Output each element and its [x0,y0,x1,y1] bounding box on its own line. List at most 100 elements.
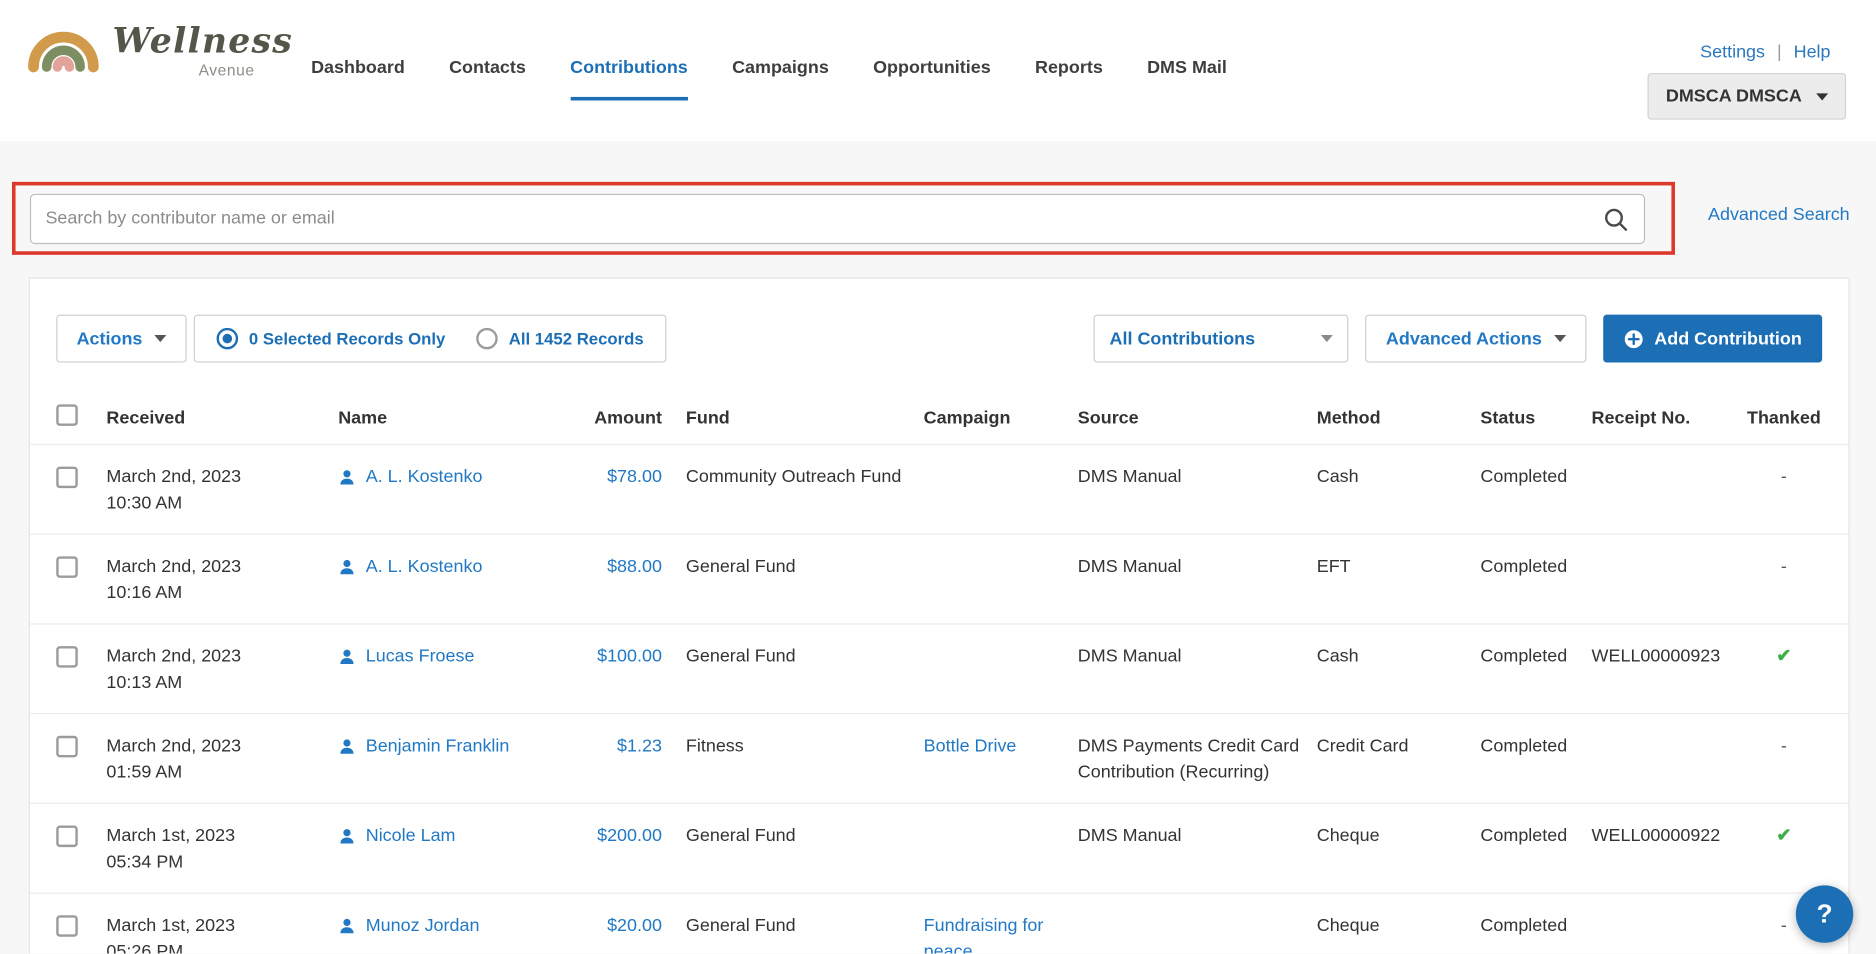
nav-item-opportunities[interactable]: Opportunities [873,57,991,100]
thanked-value: - [1780,735,1787,757]
contributor-link[interactable]: Nicole Lam [366,823,456,849]
received-date: March 1st, 2023 [106,825,236,846]
row-checkbox[interactable] [56,825,78,848]
add-contribution-button[interactable]: Add Contribution [1602,314,1823,363]
column-header-receipt[interactable]: Receipt No. [1592,407,1746,427]
toolbar: Actions 0 Selected Records Only All 1452… [30,279,1849,363]
campaign-cell: Fundraising for peace [924,894,1078,953]
row-checkbox-cell [56,445,106,513]
advanced-actions-label: Advanced Actions [1385,328,1542,349]
name-cell: A. L. Kostenko [338,445,589,511]
search-highlight-region [11,181,1676,255]
table-header: Received Name Amount Fund Campaign Sourc… [30,391,1849,444]
person-icon [338,647,355,673]
nav-item-reports[interactable]: Reports [1035,57,1103,100]
fund-cell: General Fund [685,556,796,577]
row-checkbox-cell [56,535,106,603]
receipt-cell: WELL00000922 [1591,825,1721,846]
person-icon [338,737,355,763]
table-row: March 1st, 2023 05:34 PM Nicole Lam $200… [29,802,1849,893]
column-header-received[interactable]: Received [106,407,338,427]
row-checkbox[interactable] [56,556,78,578]
received-time: 10:13 AM [106,672,183,693]
all-records-radio[interactable]: All 1452 Records [476,327,644,350]
thanked-value: - [1780,915,1787,936]
chevron-down-icon [154,335,167,343]
campaign-link[interactable]: Fundraising for peace [924,915,1044,953]
column-header-campaign[interactable]: Campaign [924,407,1078,427]
method-cell: Cheque [1316,915,1380,936]
amount-link[interactable]: $78.00 [607,467,662,487]
nav-item-contributions[interactable]: Contributions [570,57,688,101]
amount-link[interactable]: $20.00 [607,915,662,935]
contributor-link[interactable]: Benjamin Franklin [366,733,510,759]
radio-selected-icon [216,327,239,350]
name-cell: Lucas Froese [338,625,589,691]
row-checkbox[interactable] [56,915,78,937]
search-input[interactable] [31,194,1644,243]
row-checkbox-cell [56,625,106,693]
received-date: March 2nd, 2023 [106,735,242,757]
status-cell: Completed [1480,466,1568,487]
add-contribution-label: Add Contribution [1654,328,1802,349]
contributor-link[interactable]: A. L. Kostenko [366,554,483,580]
column-header-amount[interactable]: Amount [589,407,686,427]
campaign-cell: Bottle Drive [924,714,1078,776]
main-nav: Dashboard Contacts Contributions Campaig… [311,57,1227,101]
settings-link[interactable]: Settings [1700,42,1765,62]
amount-link[interactable]: $200.00 [597,826,662,846]
column-header-source[interactable]: Source [1078,407,1317,427]
source-cell: DMS Manual [1077,466,1182,487]
nav-item-dashboard[interactable]: Dashboard [311,57,405,100]
selected-records-radio[interactable]: 0 Selected Records Only [216,327,446,350]
amount-cell: $20.00 [589,894,686,954]
amount-cell: $88.00 [589,535,686,597]
source-cell: DMS Manual [1077,825,1182,846]
campaign-link[interactable]: Bottle Drive [924,736,1017,756]
amount-cell: $78.00 [589,445,686,507]
contributor-link[interactable]: A. L. Kostenko [366,464,483,490]
nav-item-contacts[interactable]: Contacts [449,57,526,100]
nav-item-campaigns[interactable]: Campaigns [732,57,829,100]
received-time: 05:26 PM [106,941,184,954]
fund-cell: Community Outreach Fund [685,466,902,487]
amount-link[interactable]: $88.00 [607,556,662,576]
status-cell: Completed [1480,915,1568,936]
brand-title: Wellness [112,20,293,62]
column-header-status[interactable]: Status [1480,407,1591,427]
thanked-value: - [1780,466,1787,487]
amount-link[interactable]: $1.23 [617,736,662,756]
help-fab-button[interactable]: ? [1795,885,1854,943]
contributions-card: Actions 0 Selected Records Only All 1452… [28,277,1850,954]
column-header-method[interactable]: Method [1317,407,1481,427]
status-cell: Completed [1480,646,1568,667]
help-link[interactable]: Help [1794,42,1831,62]
select-all-checkbox[interactable] [56,404,78,426]
column-header-name[interactable]: Name [338,407,589,427]
actions-dropdown[interactable]: Actions [56,314,187,363]
chevron-down-icon [1816,92,1829,100]
nav-item-dms-mail[interactable]: DMS Mail [1147,57,1227,100]
contributor-link[interactable]: Munoz Jordan [366,913,480,939]
contributor-link[interactable]: Lucas Froese [366,644,475,670]
selected-records-label: 0 Selected Records Only [248,329,446,349]
thanked-cell: ✔ [1746,625,1822,687]
brand-text: Wellness Avenue [112,10,293,79]
receipt-cell: WELL00000923 [1591,646,1721,667]
method-cell: EFT [1316,556,1351,577]
column-header-fund[interactable]: Fund [686,407,924,427]
row-checkbox[interactable] [56,646,78,668]
column-header-thanked[interactable]: Thanked [1746,407,1822,427]
source-cell: DMS Manual [1077,646,1182,667]
row-checkbox[interactable] [56,466,78,489]
contributions-filter-select[interactable]: All Contributions [1094,314,1349,363]
account-dropdown[interactable]: DMSCA DMSCA [1647,72,1847,120]
name-cell: Nicole Lam [338,804,589,870]
row-checkbox[interactable] [56,735,78,758]
search-icon[interactable] [1603,206,1628,237]
advanced-search-link[interactable]: Advanced Search [1708,205,1850,225]
amount-link[interactable]: $100.00 [597,646,662,666]
advanced-actions-dropdown[interactable]: Advanced Actions [1365,314,1587,363]
status-cell: Completed [1480,735,1568,757]
method-cell: Credit Card [1316,735,1409,757]
